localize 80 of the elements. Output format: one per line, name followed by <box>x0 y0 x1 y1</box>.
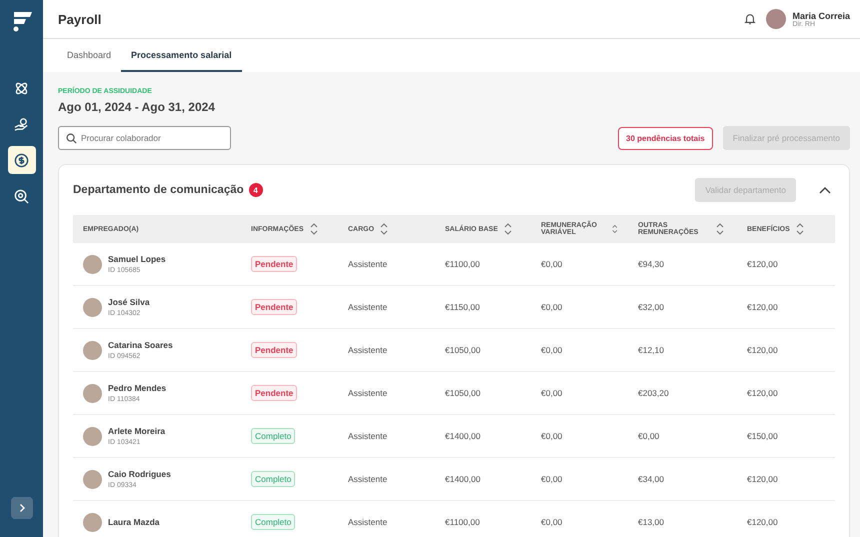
search-icon <box>14 188 29 204</box>
dollar-coin-icon <box>14 152 29 168</box>
table-cell: €0,00 <box>541 259 562 269</box>
table-cell: €1400,00 <box>445 431 480 441</box>
table-cell: €120,00 <box>747 345 778 355</box>
expand-sidebar-button[interactable] <box>10 497 32 519</box>
table-cell: €120,00 <box>747 474 778 484</box>
sort-icon[interactable] <box>504 223 512 235</box>
table-cell: €120,00 <box>747 259 778 269</box>
sort-icon[interactable] <box>796 223 804 235</box>
table-cell: €203,20 <box>638 388 669 398</box>
department-title: Departamento de comunicação <box>73 184 244 196</box>
table-cell: €120,00 <box>747 517 778 527</box>
table-cell: Assistente <box>348 388 388 398</box>
table-cell: €13,00 <box>638 517 664 527</box>
search-field[interactable]: Procurar colaborador <box>58 126 231 150</box>
table-cell: €120,00 <box>747 388 778 398</box>
tab[interactable]: Dashboard <box>57 39 122 72</box>
pending-total-badge: 30 pendências totais <box>618 126 713 150</box>
table-cell: Assistente <box>348 302 388 312</box>
table-cell: €94,30 <box>638 259 664 269</box>
employee-name: Catarina Soares <box>108 340 173 350</box>
employee-name: Caio Rodrigues <box>108 469 171 479</box>
table-cell: €32,00 <box>638 302 664 312</box>
table-cell: €0,00 <box>638 431 660 441</box>
atom-icon <box>14 80 29 96</box>
avatar <box>83 298 102 316</box>
avatar <box>83 470 102 488</box>
hand-coin-icon <box>14 116 29 132</box>
sort-icon[interactable] <box>310 223 318 235</box>
status-tag: Pendente <box>251 256 298 272</box>
status-tag: Pendente <box>251 342 298 358</box>
status-tag: Completo <box>251 428 296 444</box>
count-badge: 4 <box>248 183 263 197</box>
table-cell: €0,00 <box>541 345 562 355</box>
status-tag: Pendente <box>251 299 298 315</box>
table-cell: €34,00 <box>638 474 664 484</box>
user-name: Maria Correia <box>792 10 850 20</box>
employee-name: Samuel Lopes <box>108 254 166 264</box>
table-cell: €0,00 <box>541 517 562 527</box>
search-icon <box>66 132 77 144</box>
avatar <box>83 254 102 274</box>
sort-icon[interactable] <box>612 223 618 235</box>
table-cell: €1050,00 <box>445 388 480 398</box>
table-cell: €1100,00 <box>445 259 480 269</box>
table-cell: Assistente <box>348 474 388 484</box>
avatar <box>83 512 102 532</box>
table-cell: €0,00 <box>541 302 562 312</box>
table-cell: €0,00 <box>541 474 562 484</box>
avatar <box>83 426 102 446</box>
table-cell: €1050,00 <box>445 345 480 355</box>
table-cell: Assistente <box>348 431 388 441</box>
employee-name: Arlete Moreira <box>108 426 166 436</box>
table-cell: €0,00 <box>541 388 562 398</box>
table-cell: €120,00 <box>747 302 778 312</box>
sort-icon[interactable] <box>716 223 724 235</box>
status-tag: Completo <box>251 471 296 487</box>
table-cell: €1400,00 <box>445 474 480 484</box>
chevron-up-icon <box>819 186 831 194</box>
table-cell: Assistente <box>348 345 388 355</box>
status-tag: Pendente <box>251 385 298 401</box>
bell-icon[interactable] <box>744 13 756 25</box>
app-title: Payroll <box>58 12 102 26</box>
avatar <box>83 384 102 402</box>
status-tag: Completo <box>251 514 296 530</box>
nav-button[interactable] <box>8 146 36 174</box>
table-cell: €12,10 <box>638 345 664 355</box>
avatar <box>83 340 102 360</box>
employee-name: Pedro Mendes <box>108 383 166 393</box>
sort-icon[interactable] <box>380 223 388 235</box>
table-cell: €0,00 <box>541 431 562 441</box>
table-cell: €150,00 <box>747 431 778 441</box>
period-range: Ago 01, 2024 - Ago 31, 2024 <box>58 100 216 114</box>
employee-name: Laura Mazda <box>108 517 160 527</box>
table-cell: Assistente <box>348 517 388 527</box>
table-cell: €1150,00 <box>445 302 480 312</box>
table-cell: €1100,00 <box>445 517 480 527</box>
employee-name: José Silva <box>108 297 150 307</box>
user-avatar[interactable] <box>766 9 786 29</box>
table-cell: Assistente <box>348 259 388 269</box>
